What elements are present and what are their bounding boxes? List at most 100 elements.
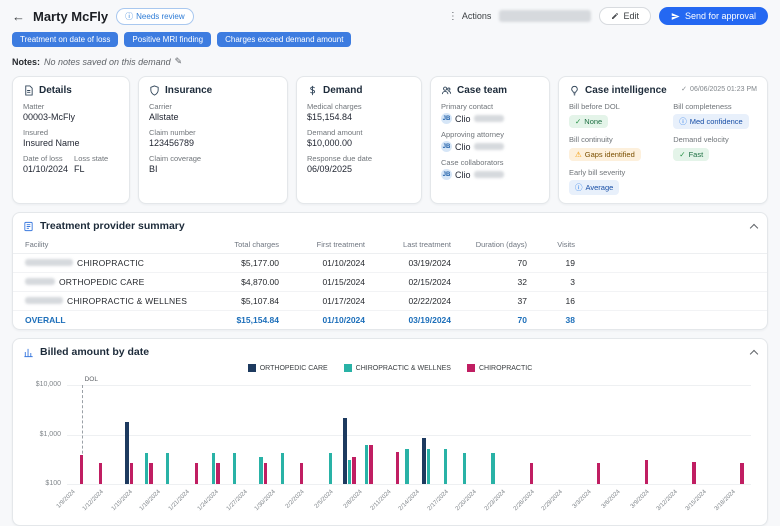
chart-bar[interactable]	[212, 453, 216, 484]
chart-bar[interactable]	[216, 463, 220, 484]
back-icon[interactable]: ←	[12, 10, 25, 23]
chart-bar[interactable]	[369, 445, 373, 484]
card-field: Claim number123456789	[149, 128, 277, 148]
status-badge-label: Needs review	[136, 12, 184, 21]
chart-bar[interactable]	[530, 463, 534, 484]
collapse-chevron-icon[interactable]	[750, 349, 758, 357]
card-field: Claim coverageBI	[149, 154, 277, 174]
actions-button[interactable]: ⋮ Actions	[448, 11, 492, 22]
edit-button-label: Edit	[623, 11, 639, 21]
status-badge[interactable]: ⓘ Needs review	[116, 8, 193, 25]
insurance-card: Insurance CarrierAllstateClaim number123…	[138, 76, 288, 204]
chart-bar[interactable]	[149, 463, 153, 484]
send-icon	[671, 12, 680, 21]
chart-bar[interactable]	[405, 449, 409, 484]
x-tick-label: 1/24/2024	[197, 489, 220, 512]
metric-value: Med confidence	[690, 117, 743, 126]
chart-bar[interactable]	[264, 463, 268, 484]
chart-bar[interactable]	[692, 462, 696, 484]
visits-cell: 19	[537, 254, 585, 273]
tag-pill[interactable]: Charges exceed demand amount	[217, 32, 351, 47]
collapse-chevron-icon[interactable]	[750, 223, 758, 231]
chart-bar[interactable]	[740, 463, 744, 484]
gridline	[67, 484, 751, 485]
chart-bar[interactable]	[329, 453, 333, 484]
chart-bar[interactable]	[365, 445, 369, 484]
chart-bar[interactable]	[352, 457, 356, 484]
chart-bar[interactable]	[348, 460, 352, 484]
chart-bar[interactable]	[259, 457, 263, 484]
x-tick-label: 3/12/2024	[656, 489, 679, 512]
team-member: Primary contactJBClio	[441, 102, 539, 124]
legend-item[interactable]: CHIROPRACTIC & WELLNES	[344, 364, 451, 372]
case-team-card-title-row: Case team	[441, 85, 539, 96]
filler-cell	[585, 273, 767, 292]
member-name: Clio	[455, 170, 471, 180]
field-value: 00003-McFly	[23, 112, 119, 122]
document-icon	[23, 85, 34, 96]
member-name: Clio	[455, 142, 471, 152]
table-row[interactable]: CHIROPRACTIC & WELLNES$5,107.8401/17/202…	[13, 292, 767, 311]
legend-label: ORTHOPEDIC CARE	[260, 365, 328, 372]
facility-cell: ORTHOPEDIC CARE	[13, 273, 203, 292]
status-icon: ✓	[679, 150, 685, 159]
tag-pill[interactable]: Treatment on date of loss	[12, 32, 118, 47]
case-team-card-title: Case team	[457, 85, 507, 96]
demand-review-page: ← Marty McFly ⓘ Needs review ⋮ Actions E…	[0, 0, 780, 526]
chart-bar[interactable]	[300, 463, 304, 484]
chart-bar[interactable]	[463, 453, 467, 484]
legend-item[interactable]: ORTHOPEDIC CARE	[248, 364, 328, 372]
x-tick-label: 3/15/2024	[685, 489, 708, 512]
member-name: Clio	[455, 114, 471, 124]
legend-item[interactable]: CHIROPRACTIC	[467, 364, 532, 372]
x-tick-label: 2/8/2024	[343, 489, 364, 510]
send-for-approval-button[interactable]: Send for approval	[659, 7, 768, 25]
chart-bar[interactable]	[281, 453, 285, 484]
x-tick-label: 2/5/2024	[314, 489, 335, 510]
chart-bar[interactable]	[427, 449, 431, 484]
chart-bar[interactable]	[195, 463, 199, 484]
intelligence-metric: Bill before DOL✓None	[569, 102, 665, 129]
chart-bar[interactable]	[125, 422, 129, 484]
field-value: FL	[74, 164, 119, 174]
table-row[interactable]: ORTHOPEDIC CARE$4,870.0001/15/202402/15/…	[13, 273, 767, 292]
first-treatment-cell: 01/17/2024	[289, 292, 375, 311]
legend-swatch	[344, 364, 352, 372]
team-member-row: JBClio	[441, 169, 539, 180]
demand-card-title: Demand	[323, 85, 362, 96]
metric-value-pill: ⓘAverage	[569, 180, 619, 195]
billed-amount-chart: DOL 1/9/20241/12/20241/15/20241/18/20241…	[19, 375, 761, 521]
table-row[interactable]: CHIROPRACTIC$5,177.0001/10/202403/19/202…	[13, 254, 767, 273]
chart-bar[interactable]	[130, 463, 134, 484]
chart-bar[interactable]	[444, 449, 448, 484]
column-filler	[585, 237, 767, 254]
chart-bar[interactable]	[597, 463, 601, 484]
intelligence-metric: Demand velocity✓Fast	[673, 135, 757, 162]
chart-bar[interactable]	[491, 453, 495, 484]
x-tick-label: 3/18/2024	[714, 489, 737, 512]
billed-amount-panel: Billed amount by date ORTHOPEDIC CARECHI…	[12, 338, 768, 526]
chart-bar[interactable]	[166, 453, 170, 484]
chart-bar[interactable]	[99, 463, 103, 484]
card-field: Response due date06/09/2025	[307, 154, 411, 174]
x-tick-label: 1/12/2024	[82, 489, 105, 512]
metric-label: Bill continuity	[569, 135, 665, 144]
chart-bar[interactable]	[233, 453, 237, 484]
card-field: Loss stateFL	[74, 154, 119, 174]
x-tick-label: 1/27/2024	[225, 489, 248, 512]
details-fields: Matter00003-McFlyInsuredInsured NameDate…	[23, 102, 119, 174]
metric-label: Early bill severity	[569, 168, 665, 177]
x-tick-label: 2/29/2024	[541, 489, 564, 512]
chart-bar[interactable]	[396, 452, 400, 484]
chart-bar[interactable]	[145, 453, 149, 484]
chart-bar[interactable]	[343, 418, 347, 484]
tag-pill[interactable]: Positive MRI finding	[124, 32, 211, 47]
status-icon: ✓	[575, 117, 581, 126]
edit-button[interactable]: Edit	[599, 7, 651, 25]
chart-bar[interactable]	[422, 438, 426, 485]
chart-bar[interactable]	[645, 460, 649, 484]
x-tick-label: 1/18/2024	[139, 489, 162, 512]
column-header: Total charges	[203, 237, 289, 254]
facility-cell: CHIROPRACTIC	[13, 254, 203, 273]
edit-notes-icon[interactable]: ✎	[175, 56, 183, 67]
